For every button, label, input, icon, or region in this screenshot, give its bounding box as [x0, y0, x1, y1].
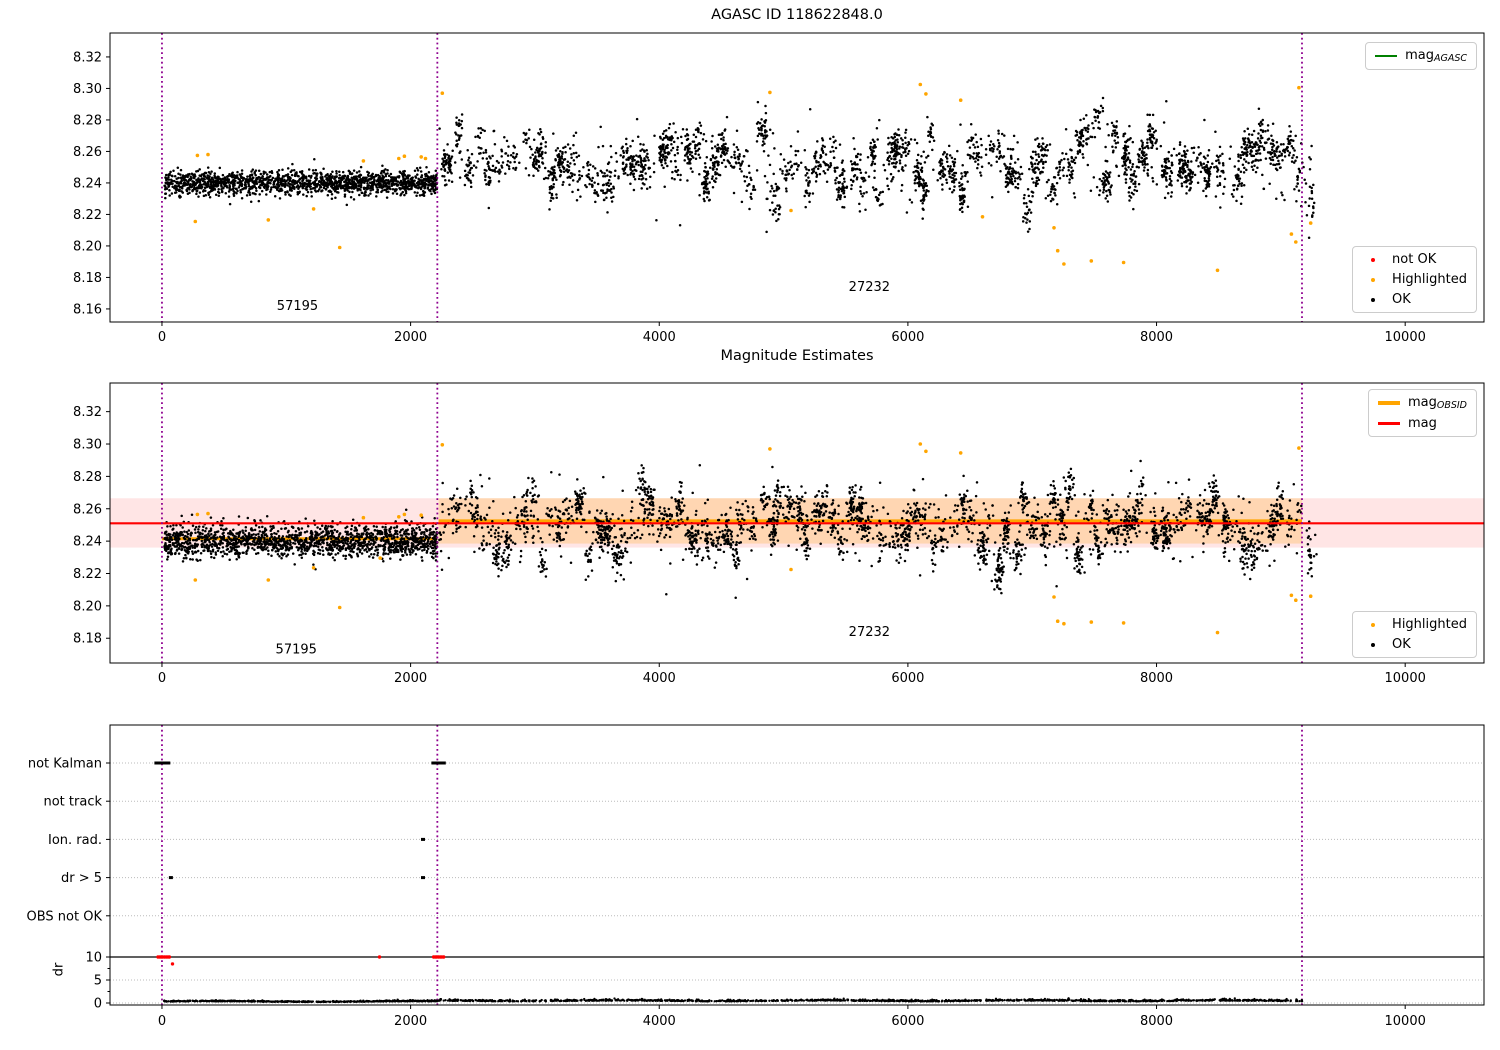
x-tick-label: 0	[158, 330, 166, 345]
magnitude-panel-1: 0 2000 4000 6000 8000 10000 8.16 8.18 8.20 8.22 8.…	[73, 32, 1485, 345]
dr-tick-label: 5	[94, 974, 102, 989]
legend-marker-icon	[1360, 257, 1386, 262]
x-tick-label: 2000	[394, 330, 427, 345]
y-tick-label: 8.18	[73, 632, 102, 647]
dr-axis-label: dr	[51, 962, 67, 977]
y-tick-label: 8.26	[73, 502, 102, 517]
y-tick-label: 8.18	[73, 271, 102, 286]
flag-category-label: OBS not OK	[27, 909, 103, 924]
y-tick-label: 8.20	[73, 239, 102, 254]
legend-label: OK	[1392, 292, 1411, 307]
x-tick-label: 8000	[1140, 330, 1173, 345]
legend-item: magAGASC	[1373, 48, 1467, 64]
legend-marker-icon	[1360, 642, 1386, 647]
y-tick-label: 8.28	[73, 470, 102, 485]
h-gridlines	[110, 762, 1484, 1004]
legend-item: OK	[1360, 292, 1467, 307]
legend-label: mag	[1407, 416, 1437, 431]
x-tick-label: 10000	[1385, 671, 1426, 686]
flag-category-label: not Kalman	[28, 757, 102, 772]
y-tick-label: 8.16	[73, 302, 102, 317]
legend-label: magOBSID	[1407, 395, 1467, 411]
obsid-annotation: 27232	[849, 280, 890, 295]
axis-ticks: 0 2000 4000 6000 8000 10000 not Kalman not trac…	[27, 757, 1426, 1030]
plot-canvas: 0 2000 4000 6000 8000 100008.168.188.208.228.…	[27, 32, 1485, 1030]
flag-category-label: dr > 5	[61, 871, 102, 886]
flag-category-label: not track	[43, 795, 102, 810]
x-tick-label: 4000	[643, 1014, 676, 1029]
y-tick-label: 8.30	[73, 82, 102, 97]
legend-label: OK	[1392, 637, 1411, 652]
legend-line-icon	[1376, 401, 1402, 405]
x-tick-label: 6000	[891, 330, 924, 345]
y-tick-label: 8.22	[73, 208, 102, 223]
panel1-title: AGASC ID 118622848.0	[711, 7, 883, 23]
dr-tick-label: 0	[94, 997, 102, 1012]
x-tick-label: 2000	[394, 671, 427, 686]
flag-markers	[154, 761, 446, 880]
x-tick-label: 4000	[643, 671, 676, 686]
x-tick-label: 10000	[1385, 330, 1426, 345]
x-tick-label: 10000	[1385, 1014, 1426, 1029]
y-tick-label: 8.24	[73, 176, 102, 191]
x-tick-label: 8000	[1140, 1014, 1173, 1029]
flags-panel: 0 2000 4000 6000 8000 10000 not Kalman not trac…	[27, 724, 1485, 1030]
panel2-title: Magnitude Estimates	[720, 348, 874, 364]
legend-item: not OK	[1360, 252, 1467, 267]
legend-item: magOBSID	[1376, 395, 1467, 411]
legend-line-icon	[1376, 422, 1402, 425]
obsid-annotation: 27232	[849, 625, 890, 640]
legend-panel2-1: magOBSID mag	[1367, 389, 1477, 437]
obsid-annotation: 57195	[276, 643, 317, 658]
legend-label: Highlighted	[1392, 272, 1467, 287]
y-tick-label: 8.30	[73, 438, 102, 453]
obsid-annotation: 57195	[277, 299, 318, 314]
scatter-ok-points	[163, 96, 1316, 239]
axes-spine	[109, 724, 1485, 1006]
legend-item: Highlighted	[1360, 617, 1467, 632]
x-tick-label: 0	[158, 671, 166, 686]
x-tick-label: 6000	[891, 671, 924, 686]
scatter-highlighted-points	[193, 82, 1313, 273]
legend-marker-icon	[1360, 622, 1386, 627]
y-tick-label: 8.28	[73, 113, 102, 128]
flag-category-label: Ion. rad.	[48, 833, 102, 848]
x-tick-label: 6000	[891, 1014, 924, 1029]
x-tick-label: 8000	[1140, 671, 1173, 686]
y-tick-label: 8.32	[73, 405, 102, 420]
legend-item: mag	[1376, 416, 1467, 431]
dr-tick-label: 10	[85, 951, 102, 966]
x-tick-label: 4000	[643, 330, 676, 345]
legend-label: Highlighted	[1392, 617, 1467, 632]
x-tick-label: 0	[158, 1014, 166, 1029]
legend-label: not OK	[1392, 252, 1437, 267]
legend-item: OK	[1360, 637, 1467, 652]
legend-panel1-1: magAGASC	[1365, 42, 1477, 70]
legend-marker-icon	[1360, 297, 1386, 302]
y-tick-label: 8.22	[73, 567, 102, 582]
y-tick-label: 8.32	[73, 50, 102, 65]
magnitude-panel-2: 0 2000 4000 6000 8000 10000 8.18 8.20 8.22 8.24 8.…	[73, 382, 1485, 686]
x-tick-label: 2000	[394, 1014, 427, 1029]
y-tick-label: 8.24	[73, 535, 102, 550]
legend-label: magAGASC	[1405, 48, 1467, 64]
y-tick-label: 8.20	[73, 599, 102, 614]
y-tick-label: 8.26	[73, 145, 102, 160]
figure: 0 2000 4000 6000 8000 10000 8.16 8.18 8.20 8.22 8.…	[0, 0, 1500, 1050]
legend-marker-icon	[1360, 277, 1386, 282]
legend-line-icon	[1373, 54, 1399, 58]
dr-ok-points	[162, 997, 1304, 1004]
legend-panel1-2: not OK Highlighted OK	[1352, 246, 1477, 313]
legend-panel2-2: Highlighted OK	[1352, 611, 1477, 658]
legend-item: Highlighted	[1360, 272, 1467, 287]
